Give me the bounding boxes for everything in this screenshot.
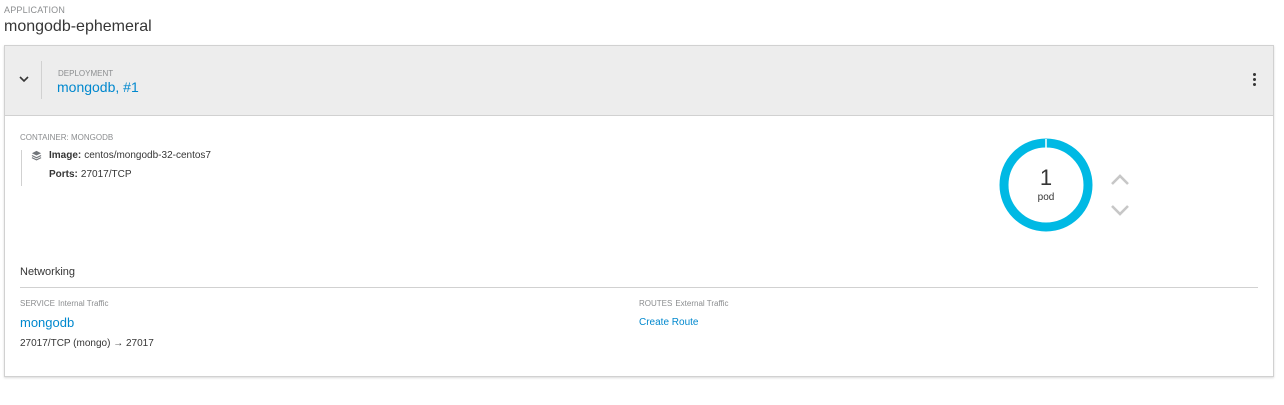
deployment-link[interactable]: mongodb, #1 [57,79,139,95]
ports-row: Ports: 27017/TCP [31,169,211,188]
collapse-toggle[interactable] [5,61,42,99]
application-label: APPLICATION [4,5,66,15]
kebab-menu-icon[interactable] [1249,73,1259,89]
layers-icon [31,150,42,161]
chevron-up-icon[interactable] [1109,172,1131,188]
deployment-card: DEPLOYMENT mongodb, #1 CONTAINER: MONGOD… [4,45,1274,377]
ports-value: 27017/TCP [80,169,132,180]
service-port-mapping: 27017/TCP (mongo) → 27017 [20,338,154,349]
deployment-label: DEPLOYMENT [58,69,114,78]
chevron-down-icon[interactable] [1109,202,1131,218]
pod-donut[interactable]: 1 pod [999,138,1093,232]
deployment-header: DEPLOYMENT mongodb, #1 [5,46,1273,116]
image-row: Image: centos/mongodb-32-centos7 [31,150,211,169]
pod-label: pod [1037,192,1055,203]
container-details: Image: centos/mongodb-32-centos7 Ports: … [21,150,211,186]
image-key: Image: [49,150,82,161]
routes-label-text: ROUTES [639,299,673,308]
image-value: centos/mongodb-32-centos7 [84,150,211,161]
chevron-down-icon [19,76,29,83]
ports-key: Ports: [49,169,78,180]
networking-title: Networking [20,266,76,278]
application-header: APPLICATION mongodb-ephemeral [4,5,152,36]
routes-sublabel: External Traffic [675,299,729,308]
pod-count: 1 [1039,165,1053,190]
service-link[interactable]: mongodb [20,315,74,330]
container-label: CONTAINER: MONGODB [20,133,114,142]
service-sublabel: Internal Traffic [57,299,109,308]
service-label-text: SERVICE [20,299,55,308]
routes-label: ROUTES External Traffic [639,299,729,308]
networking-divider [20,287,1258,288]
application-name: mongodb-ephemeral [4,18,152,35]
service-label: SERVICE Internal Traffic [20,299,109,308]
create-route-link[interactable]: Create Route [639,317,698,328]
